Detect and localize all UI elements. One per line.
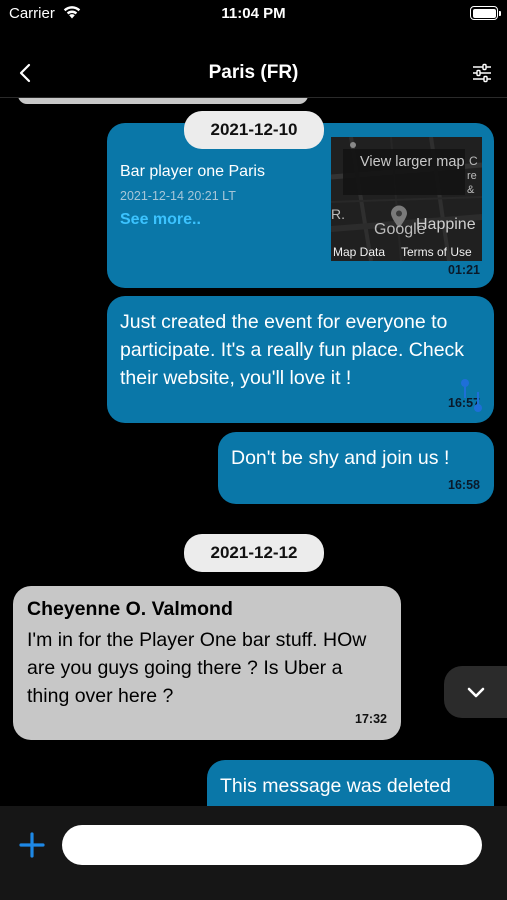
sliders-icon[interactable]	[471, 62, 493, 84]
chat-area[interactable]: Bar player one Paris 2021-12-14 20:21 LT…	[0, 98, 507, 806]
message-time: 16:58	[448, 478, 480, 492]
message-text: Just created the event for everyone to p…	[120, 311, 465, 389]
status-time: 11:04 PM	[221, 5, 286, 22]
outgoing-message-bubble[interactable]: This message was deleted	[207, 760, 494, 806]
battery-fill	[472, 8, 496, 18]
svg-text:re: re	[467, 170, 477, 182]
view-larger-map-link[interactable]: View larger map	[343, 149, 465, 195]
map-thumbnail[interactable]: C re & R. View larger map Google Happine…	[331, 137, 482, 261]
message-time: 17:32	[355, 712, 387, 726]
page-title: Paris (FR)	[208, 62, 299, 83]
previous-message-bubble	[18, 98, 308, 104]
status-bar: Carrier 11:04 PM	[0, 0, 507, 30]
message-text: I'm in for the Player One bar stuff. HOw…	[27, 629, 367, 707]
message-text: Don't be shy and join us !	[231, 447, 450, 469]
svg-text:&: &	[467, 184, 475, 196]
outgoing-message-bubble[interactable]: Don't be shy and join us ! 16:58	[218, 432, 494, 504]
message-time: 01:21	[448, 263, 480, 277]
location-date: 2021-12-14 20:21 LT	[120, 189, 236, 203]
date-separator: 2021-12-12	[184, 534, 324, 572]
plus-icon[interactable]	[19, 832, 45, 858]
message-composer	[0, 806, 507, 900]
battery-icon	[470, 6, 501, 20]
svg-text:R.: R.	[331, 206, 345, 222]
incoming-message-bubble[interactable]: Cheyenne O. Valmond I'm in for the Playe…	[13, 586, 401, 740]
back-chevron-icon[interactable]	[14, 60, 38, 86]
navigation-bar: Paris (FR)	[0, 48, 507, 98]
outgoing-message-bubble[interactable]: Just created the event for everyone to p…	[107, 296, 494, 423]
map-place-label: Happine	[416, 216, 476, 233]
deleted-message-text: This message was deleted	[220, 775, 451, 797]
location-title: Bar player one Paris	[120, 163, 265, 180]
terms-of-use-link[interactable]: Terms of Use	[401, 245, 472, 259]
scroll-to-bottom-button[interactable]	[444, 666, 507, 718]
selection-handle-icon	[461, 379, 482, 412]
see-more-link[interactable]: See more..	[120, 211, 201, 229]
chevron-down-icon	[467, 687, 485, 698]
svg-text:C: C	[469, 154, 478, 168]
message-input[interactable]	[62, 825, 482, 865]
map-data-link[interactable]: Map Data	[333, 245, 385, 259]
date-separator: 2021-12-10	[184, 111, 324, 149]
sender-name: Cheyenne O. Valmond	[27, 598, 233, 620]
